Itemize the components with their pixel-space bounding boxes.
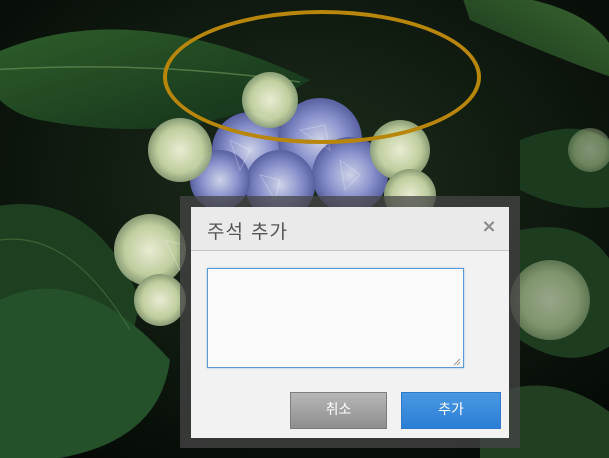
dialog-header: 주석 추가 × xyxy=(191,207,509,251)
cancel-button[interactable]: 취소 xyxy=(290,392,387,429)
resize-grip-icon[interactable] xyxy=(453,358,461,366)
dialog-title: 주석 추가 xyxy=(207,221,288,243)
close-icon[interactable]: × xyxy=(480,218,498,236)
image-viewer: 주석 추가 × 취소 추가 xyxy=(0,0,609,458)
add-annotation-dialog: 주석 추가 × 취소 추가 xyxy=(191,207,509,438)
add-button[interactable]: 추가 xyxy=(401,392,501,429)
annotation-text-input[interactable] xyxy=(207,268,464,368)
